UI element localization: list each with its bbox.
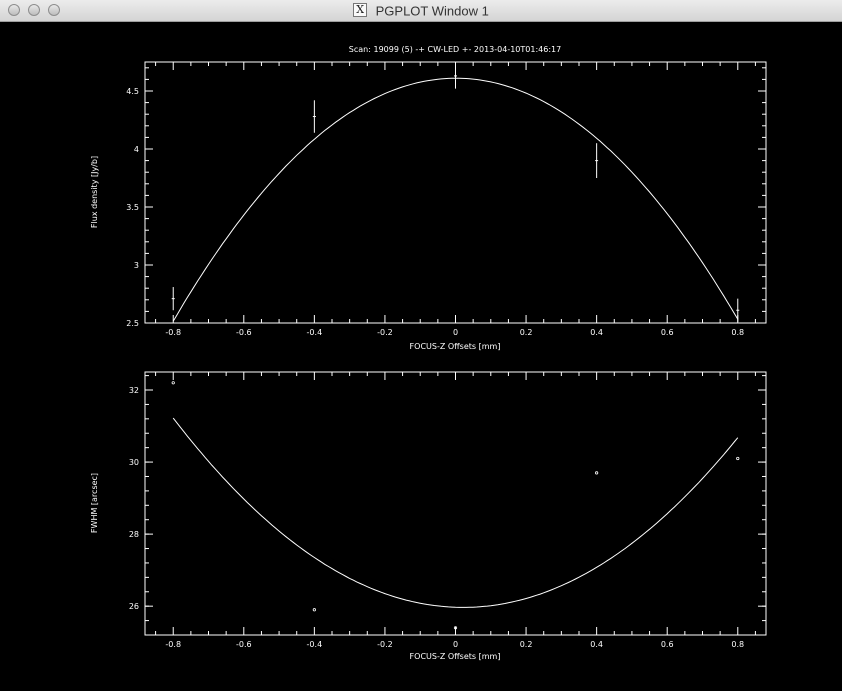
fwhm-y-tick-label: 32 <box>129 386 139 395</box>
fwhm-x-tick-label: 0.6 <box>661 640 674 649</box>
pgplot-figure: Scan: 19099 (5) -+ CW-LED +- 2013-04-10T… <box>90 45 767 661</box>
flux-y-tick-label: 3 <box>134 261 139 270</box>
flux-x-tick-label: -0.6 <box>236 328 252 337</box>
flux-y-tick-label: 4.5 <box>126 87 139 96</box>
flux-x-tick-label: 0.2 <box>520 328 533 337</box>
flux-panel: -0.8 -0.6 -0.4 -0.2 0 0.2 0.4 0.6 0.8 2.5 3 3.5 4 4.5… <box>90 61 767 351</box>
fwhm-x-tick-label: 0.4 <box>590 640 603 649</box>
flux-x-tick-label: 0.8 <box>731 328 744 337</box>
flux-x-tick-label: -0.2 <box>377 328 393 337</box>
flux-x-axis-label: FOCUS-Z Offsets [mm] <box>410 342 501 351</box>
flux-y-tick-label: 3.5 <box>126 203 139 212</box>
flux-x-tick-label: -0.4 <box>307 328 323 337</box>
flux-y-tick-label: 2.5 <box>126 319 139 328</box>
fwhm-y-tick-label: 26 <box>129 602 139 611</box>
fwhm-x-tick-label: -0.2 <box>377 640 393 649</box>
fwhm-fit-curve <box>172 417 739 608</box>
fwhm-data-point <box>312 608 316 612</box>
fwhm-plot-frame <box>144 371 767 636</box>
fwhm-data-point <box>736 456 740 461</box>
flux-y-tick-label: 4 <box>134 145 139 154</box>
fwhm-x-tick-label: -0.8 <box>165 640 181 649</box>
flux-y-axis-label: Flux density [Jy/b] <box>90 156 99 228</box>
flux-fit-curve <box>172 77 739 322</box>
fwhm-y-tick-label: 30 <box>129 458 139 467</box>
fwhm-y-tick-label: 28 <box>129 530 139 539</box>
fwhm-x-tick-label: 0 <box>453 640 458 649</box>
window-title: PGPLOT Window 1 <box>375 3 489 19</box>
fwhm-x-tick-label: -0.4 <box>307 640 323 649</box>
window-title-group: X PGPLOT Window 1 <box>0 2 842 20</box>
fwhm-x-tick-label: 0.8 <box>731 640 744 649</box>
flux-x-tick-label: 0 <box>453 328 458 337</box>
flux-x-tick-label: 0.4 <box>590 328 603 337</box>
fwhm-y-axis-label: FWHM [arcsec] <box>90 473 99 533</box>
fwhm-x-tick-label: 0.2 <box>520 640 533 649</box>
fwhm-x-axis-label: FOCUS-Z Offsets [mm] <box>410 652 501 661</box>
window-titlebar[interactable]: X PGPLOT Window 1 <box>0 0 842 22</box>
x11-icon: X <box>353 2 368 17</box>
flux-x-tick-label: 0.6 <box>661 328 674 337</box>
chart-title: Scan: 19099 (5) -+ CW-LED +- 2013-04-10T… <box>349 45 561 54</box>
plot-canvas: Scan: 19099 (5) -+ CW-LED +- 2013-04-10T… <box>0 22 842 686</box>
fwhm-x-tick-label: -0.6 <box>236 640 252 649</box>
fwhm-data-point <box>595 471 599 475</box>
flux-plot-frame <box>144 61 767 324</box>
flux-x-tick-label: -0.8 <box>165 328 181 337</box>
fwhm-data-point <box>171 381 175 385</box>
fwhm-panel: -0.8 -0.6 -0.4 -0.2 0 0.2 0.4 0.6 0.8 26 28 30 32 FO… <box>90 371 767 661</box>
